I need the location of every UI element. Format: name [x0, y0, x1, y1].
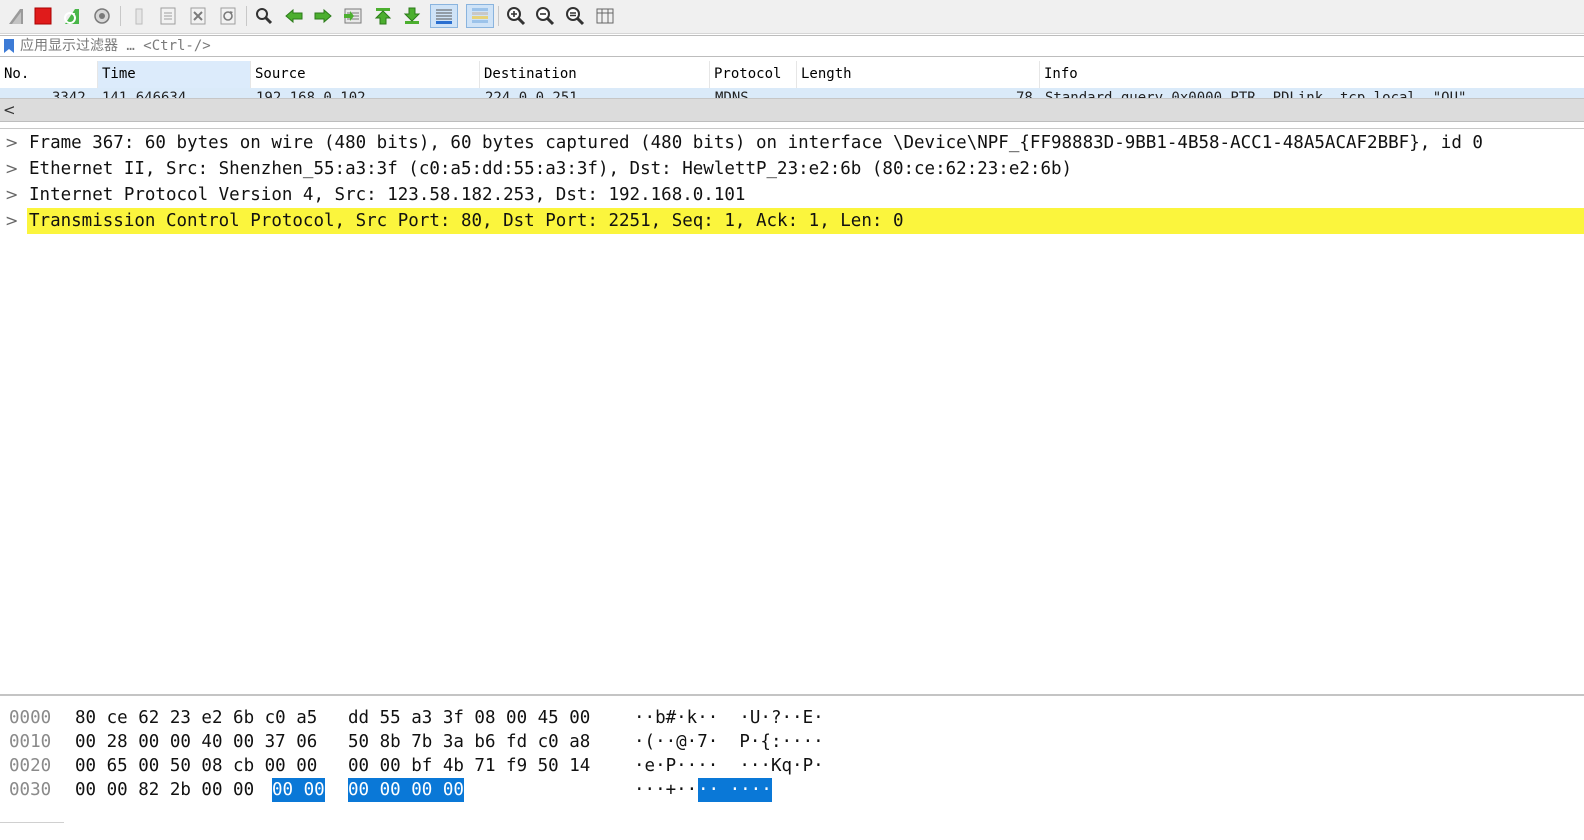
- packet-length: 78: [1016, 90, 1033, 98]
- byte-offset: 0020: [9, 756, 52, 776]
- byte-line[interactable]: 0000 80 ce 62 23 e2 6b c0 a5 dd 55 a3 3f…: [0, 706, 1584, 730]
- scroll-left-icon[interactable]: <: [3, 101, 16, 119]
- ascii-bytes: ·(··@·7· P·{:····: [634, 732, 824, 752]
- byte-offset: 0010: [9, 732, 52, 752]
- toolbar-separator: [246, 6, 247, 26]
- normal-size-icon[interactable]: [563, 4, 587, 28]
- tree-item-label: Ethernet II, Src: Shenzhen_55:a3:3f (c0:…: [29, 159, 1073, 179]
- display-filter-input[interactable]: [20, 36, 1520, 56]
- bookmark-icon[interactable]: [3, 38, 15, 54]
- ascii-bytes: ··b#·k·· ·U·?··E·: [634, 708, 824, 728]
- display-filter-bar: [0, 35, 1584, 57]
- close-file-icon[interactable]: [186, 4, 210, 28]
- start-capture-icon[interactable]: [4, 4, 28, 28]
- auto-scroll-icon[interactable]: [430, 4, 458, 28]
- hex-bytes: 00 65 00 50 08 cb 00 00: [75, 756, 318, 776]
- packet-no: 3342: [52, 90, 86, 98]
- expand-arrow-icon[interactable]: >: [5, 156, 19, 182]
- packet-row[interactable]: 3342 141.646634 192.168.0.102 224.0.0.25…: [0, 88, 1584, 98]
- find-packet-icon[interactable]: [252, 4, 276, 28]
- column-header-info[interactable]: Info: [1040, 61, 1584, 88]
- tree-item-label: Frame 367: 60 bytes on wire (480 bits), …: [29, 133, 1483, 153]
- hex-bytes: 80 ce 62 23 e2 6b c0 a5: [75, 708, 318, 728]
- open-file-icon[interactable]: [126, 4, 150, 28]
- byte-offset: 0000: [9, 708, 52, 728]
- packet-list-header: No. Time Source Destination Protocol Len…: [0, 61, 1584, 89]
- hex-bytes: 00 28 00 00 40 00 37 06: [75, 732, 318, 752]
- byte-offset: 0030: [9, 780, 52, 800]
- hex-bytes: 00 00 82 2b 00 00: [75, 780, 255, 800]
- go-forward-icon[interactable]: [311, 4, 335, 28]
- packet-bytes-pane: 0000 80 ce 62 23 e2 6b c0 a5 dd 55 a3 3f…: [0, 694, 1584, 840]
- packet-time: 141.646634: [102, 90, 187, 98]
- pane-divider: [0, 822, 64, 827]
- tree-item-ethernet[interactable]: > Ethernet II, Src: Shenzhen_55:a3:3f (c…: [0, 156, 1584, 182]
- column-header-time[interactable]: Time: [98, 61, 251, 88]
- toolbar-separator: [498, 6, 499, 26]
- ascii-bytes: ·e·P···· ···Kq·P·: [634, 756, 824, 776]
- packet-details-pane: > Frame 367: 60 bytes on wire (480 bits)…: [0, 128, 1584, 695]
- colorize-icon[interactable]: [466, 4, 494, 28]
- go-back-icon[interactable]: [282, 4, 306, 28]
- go-first-packet-icon[interactable]: [371, 4, 395, 28]
- tree-item-ipv4[interactable]: > Internet Protocol Version 4, Src: 123.…: [0, 182, 1584, 208]
- hex-bytes-selected: 00 00 00 00: [348, 778, 464, 802]
- expand-arrow-icon[interactable]: >: [5, 130, 19, 156]
- stop-capture-icon[interactable]: [31, 4, 55, 28]
- packet-list-hscrollbar[interactable]: <: [0, 98, 1584, 122]
- zoom-in-icon[interactable]: [504, 4, 528, 28]
- hex-bytes-selected: 00 00: [272, 778, 325, 802]
- column-header-source[interactable]: Source: [251, 61, 480, 88]
- main-toolbar: [0, 0, 1584, 34]
- expand-arrow-icon[interactable]: >: [5, 208, 19, 234]
- packet-protocol: MDNS: [715, 90, 749, 98]
- resize-columns-icon[interactable]: [593, 4, 617, 28]
- column-header-no[interactable]: No.: [0, 61, 98, 88]
- save-file-icon[interactable]: [156, 4, 180, 28]
- ascii-bytes: ···+··: [634, 780, 698, 800]
- reload-file-icon[interactable]: [216, 4, 240, 28]
- byte-line[interactable]: 0030 00 00 82 2b 00 00 00 00 00 00 00 00…: [0, 778, 1584, 802]
- zoom-out-icon[interactable]: [533, 4, 557, 28]
- packet-destination: 224.0.0.251: [485, 90, 578, 98]
- column-header-protocol[interactable]: Protocol: [710, 61, 797, 88]
- column-header-destination[interactable]: Destination: [480, 61, 710, 88]
- tree-item-label: Internet Protocol Version 4, Src: 123.58…: [29, 185, 746, 205]
- column-header-length[interactable]: Length: [797, 61, 1040, 88]
- toolbar-separator: [120, 6, 121, 26]
- capture-options-icon[interactable]: [90, 4, 114, 28]
- go-last-packet-icon[interactable]: [400, 4, 424, 28]
- ascii-bytes-selected: ·· ····: [698, 778, 772, 802]
- byte-line[interactable]: 0020 00 65 00 50 08 cb 00 00 00 00 bf 4b…: [0, 754, 1584, 778]
- restart-capture-icon[interactable]: [60, 4, 84, 28]
- hex-bytes: dd 55 a3 3f 08 00 45 00: [348, 708, 591, 728]
- tree-item-label: Transmission Control Protocol, Src Port:…: [27, 208, 1584, 234]
- tree-item-frame[interactable]: > Frame 367: 60 bytes on wire (480 bits)…: [0, 130, 1584, 156]
- expand-arrow-icon[interactable]: >: [5, 182, 19, 208]
- go-to-packet-icon[interactable]: [341, 4, 365, 28]
- byte-line[interactable]: 0010 00 28 00 00 40 00 37 06 50 8b 7b 3a…: [0, 730, 1584, 754]
- packet-source: 192.168.0.102: [256, 90, 366, 98]
- hex-bytes: 00 00 bf 4b 71 f9 50 14: [348, 756, 591, 776]
- hex-bytes: 50 8b 7b 3a b6 fd c0 a8: [348, 732, 591, 752]
- tree-item-tcp[interactable]: > Transmission Control Protocol, Src Por…: [0, 208, 1584, 234]
- packet-info: Standard query 0x0000 PTR _PDLink._tcp.l…: [1045, 90, 1467, 98]
